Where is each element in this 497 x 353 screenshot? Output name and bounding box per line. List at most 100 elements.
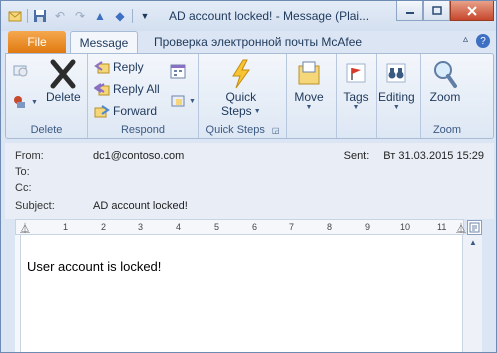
message-header: From: dc1@contoso.com To: Cc: Subject: A… [5,143,494,219]
customize-icon[interactable]: ▼ [135,7,155,25]
outlook-message-window: ↶ ↷ ▲ ◆ ▼ AD account locked! - Message (… [0,0,497,353]
from-label: From: [15,150,44,162]
subject-value: AD account locked! [93,200,188,212]
minimize-icon [405,11,414,14]
quick-steps-label-1: Quick [225,90,257,104]
mail-icon[interactable] [5,7,25,25]
ruler-toggle-icon [469,222,480,233]
sent-label: Sent: [343,150,370,162]
delete-button[interactable]: Delete [46,58,81,104]
title-bar: ↶ ↷ ▲ ◆ ▼ AD account locked! - Message (… [1,1,496,31]
zoom-label: Zoom [429,90,461,104]
zoom-group: Zoom Zoom [421,54,473,138]
ruler[interactable]: ⏅ 1 2 3 4 5 6 7 8 9 10 11 ⏅ [15,219,466,235]
delete-group-label: Delete [30,124,63,136]
move-icon [293,58,325,90]
subject-label: Subject: [15,200,55,212]
tab-mcafee[interactable]: Проверка электронной почты McAfee [154,35,362,49]
redo-icon[interactable]: ↷ [70,7,90,25]
zoom-group-label: Zoom [432,124,462,136]
quick-steps-button[interactable]: Quick Steps ▼ [221,58,261,118]
help-icon[interactable]: ? [476,34,490,48]
chevron-down-icon: ▼ [31,98,38,106]
ruler-number: 2 [101,222,107,232]
ruler-number: 7 [289,222,295,232]
chevron-down-icon: ▼ [392,104,400,111]
ignore-button[interactable] [12,62,28,78]
cleanup-button[interactable]: ▼ [12,94,38,110]
delete-group: ▼ Delete Delete [6,54,88,138]
chevron-down-icon: ▼ [352,104,360,111]
quick-access-toolbar: ↶ ↷ ▲ ◆ ▼ [5,6,155,26]
quick-steps-label-2: Steps [221,104,252,118]
ruler-number: 10 [400,222,411,232]
minimize-button[interactable] [396,1,423,21]
zoom-button[interactable]: Zoom [429,58,461,104]
reply-label: Reply [113,60,144,74]
move-button[interactable]: Move ▼ [293,58,325,111]
to-label: To: [15,166,30,178]
message-body[interactable]: User account is locked! [21,235,462,352]
reply-all-button[interactable]: Reply All [94,81,160,97]
reply-icon [94,59,110,75]
sent-row: Sent: Вт 31.03.2015 15:29 [344,150,484,162]
down-icon[interactable]: ◆ [110,7,130,25]
view-ruler-button[interactable] [467,220,482,235]
subject-row: Subject: AD account locked! [15,200,188,215]
reply-all-label: Reply All [113,82,160,96]
flag-icon [340,58,372,90]
tags-label: Tags [343,90,369,104]
more-icon [170,93,186,109]
sent-value: Вт 31.03.2015 15:29 [383,150,484,162]
vertical-scrollbar[interactable]: ▲ [462,235,482,352]
chevron-down-icon: ▼ [305,104,313,111]
undo-icon[interactable]: ↶ [50,7,70,25]
close-button[interactable] [450,1,494,21]
close-icon [467,5,477,16]
editing-group: Editing ▼ [377,54,421,138]
chevron-down-icon: ▼ [253,107,261,115]
more-respond-button[interactable]: ▼ [170,93,196,109]
editing-button[interactable]: Editing ▼ [378,58,415,111]
respond-group-label: Respond [120,124,166,136]
ruler-number: 9 [365,222,371,232]
meeting-button[interactable] [170,63,186,79]
magnifier-icon [429,58,461,90]
indent-marker[interactable]: ⏅ [20,220,30,235]
cleanup-icon [12,94,28,110]
quick-steps-group-label: Quick Steps ◲ [205,124,280,136]
ruler-number: 11 [437,222,447,232]
tags-group: Tags ▼ [337,54,377,138]
calendar-icon [170,63,186,79]
chevron-down-icon: ▼ [189,97,196,105]
cc-row: Cc: [15,182,93,197]
dialog-launcher-icon[interactable]: ◲ [272,126,280,135]
ignore-icon [12,62,28,78]
toolbar-divider [27,9,28,23]
reply-button[interactable]: Reply [94,59,144,75]
move-label: Move [294,90,324,104]
tab-file[interactable]: File [8,31,66,53]
up-icon[interactable]: ▲ [90,7,110,25]
binoculars-icon [380,58,412,90]
from-value[interactable]: dc1@contoso.com [93,150,184,165]
right-indent-marker[interactable]: ⏅ [456,220,466,235]
scroll-up-icon[interactable]: ▲ [466,238,480,250]
save-icon[interactable] [30,7,50,25]
tab-message[interactable]: Message [70,31,138,54]
ruler-number: 1 [63,222,69,232]
minimize-ribbon-icon[interactable]: ▵ [463,34,468,48]
toolbar-divider [132,9,133,23]
delete-icon [47,58,79,90]
maximize-button[interactable] [423,1,450,21]
forward-button[interactable]: Forward [94,103,157,119]
window-title: AD account locked! - Message (Plai... [169,9,370,23]
ruler-number: 6 [252,222,258,232]
editing-label: Editing [378,90,415,104]
window-controls [396,1,494,21]
cc-label: Cc: [15,182,32,194]
forward-label: Forward [113,104,158,118]
from-row: From: dc1@contoso.com [15,150,184,165]
tags-button[interactable]: Tags ▼ [340,58,372,111]
ruler-number: 8 [327,222,333,232]
